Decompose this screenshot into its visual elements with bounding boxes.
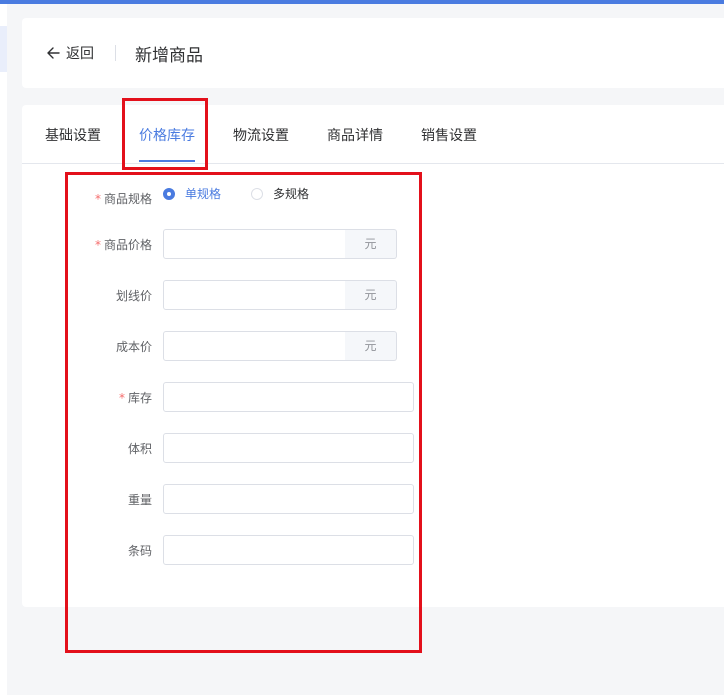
- left-nav-strip: [0, 4, 7, 695]
- tab-bar: 基础设置 价格库存 物流设置 商品详情 销售设置: [22, 105, 724, 164]
- original-price-input[interactable]: [163, 280, 362, 310]
- arrow-left-icon: [46, 46, 60, 60]
- tab-logistics-settings[interactable]: 物流设置: [233, 125, 289, 145]
- cost-price-label: 成本价: [115, 340, 152, 354]
- radio-single-spec-label: 单规格: [185, 187, 222, 201]
- barcode-row: 条码: [22, 535, 442, 565]
- weight-input[interactable]: [163, 484, 414, 514]
- page-title: 新增商品: [135, 46, 203, 66]
- barcode-input[interactable]: [163, 535, 414, 565]
- required-mark: *: [94, 238, 101, 252]
- page-header: 返回 新增商品: [22, 18, 724, 88]
- stock-label: * 库存: [118, 391, 152, 405]
- radio-unchecked-icon: [251, 187, 263, 200]
- left-nav-active-item[interactable]: [0, 26, 7, 72]
- tab-sales-settings[interactable]: 销售设置: [421, 125, 477, 145]
- header-divider: [115, 45, 116, 61]
- tab-basic-settings[interactable]: 基础设置: [45, 125, 101, 145]
- top-accent-bar: [0, 0, 724, 4]
- required-mark: *: [94, 192, 101, 206]
- original-price-label: 划线价: [115, 289, 152, 303]
- price-label: * 商品价格: [94, 238, 152, 252]
- price-input[interactable]: [163, 229, 362, 259]
- tab-price-stock[interactable]: 价格库存: [139, 125, 195, 145]
- stock-input[interactable]: [163, 382, 414, 412]
- radio-single-spec[interactable]: 单规格: [163, 185, 221, 202]
- barcode-label: 条码: [127, 544, 152, 558]
- cost-price-input[interactable]: [163, 331, 362, 361]
- price-unit-suffix: 元: [345, 229, 397, 259]
- volume-row: 体积: [22, 433, 442, 463]
- spec-row: * 商品规格 单规格 多规格: [22, 183, 442, 213]
- active-tab-indicator: [139, 160, 195, 162]
- radio-multi-spec[interactable]: 多规格: [251, 185, 309, 202]
- volume-label: 体积: [127, 442, 152, 456]
- original-price-unit-suffix: 元: [345, 280, 397, 310]
- back-label: 返回: [66, 46, 94, 62]
- spec-label: * 商品规格: [94, 192, 152, 206]
- price-row: * 商品价格 元: [22, 229, 442, 259]
- volume-input[interactable]: [163, 433, 414, 463]
- weight-label: 重量: [127, 493, 152, 507]
- original-price-row: 划线价 元: [22, 280, 442, 310]
- cost-price-row: 成本价 元: [22, 331, 442, 361]
- tab-product-details[interactable]: 商品详情: [327, 125, 383, 145]
- stock-row: * 库存: [22, 382, 442, 412]
- back-button[interactable]: 返回: [46, 43, 94, 63]
- weight-row: 重量: [22, 484, 442, 514]
- radio-multi-spec-label: 多规格: [273, 187, 310, 201]
- cost-price-unit-suffix: 元: [345, 331, 397, 361]
- main-card: 基础设置 价格库存 物流设置 商品详情 销售设置 * 商品规格 单规格 多规格 *…: [22, 105, 724, 607]
- required-mark: *: [118, 391, 125, 405]
- radio-checked-icon: [163, 187, 175, 200]
